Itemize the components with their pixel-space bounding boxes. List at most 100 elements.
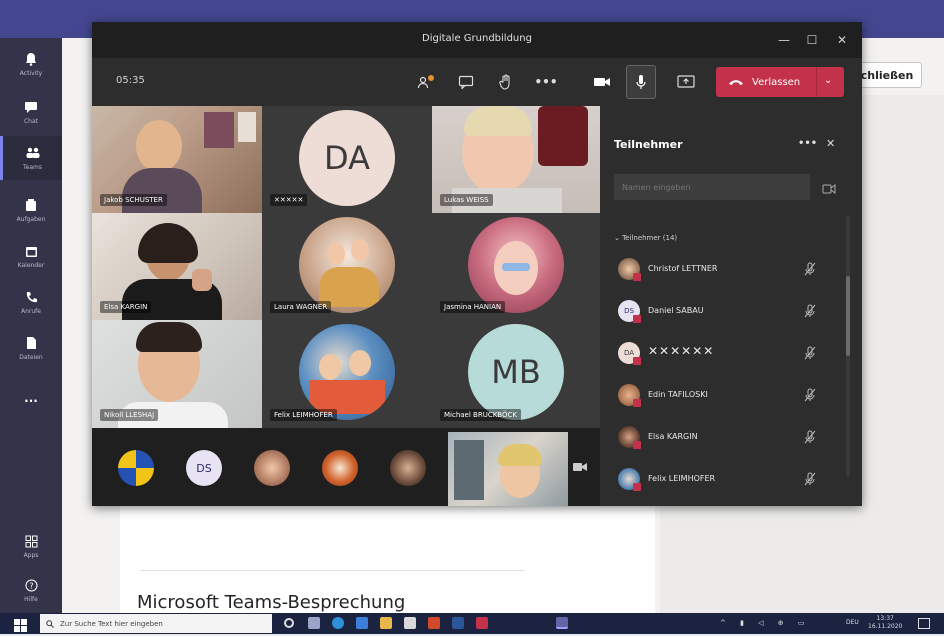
strip-avatar[interactable]: [322, 450, 358, 486]
participant-row[interactable]: Christof LETTNER: [614, 254, 844, 284]
strip-avatar[interactable]: [390, 450, 426, 486]
share-screen-icon[interactable]: [674, 70, 698, 94]
participant-name: Edin TAFILOSKI: [648, 390, 708, 399]
maximize-icon[interactable]: ☐: [802, 30, 822, 50]
language-indicator[interactable]: DEU: [846, 619, 859, 626]
video-tile[interactable]: DA ✕✕✕✕✕: [262, 106, 432, 213]
status-badge: [633, 399, 641, 407]
windows-start-icon[interactable]: [14, 617, 27, 632]
taskbar-search[interactable]: Zur Suche Text hier eingeben: [40, 614, 272, 633]
rail-item-chat[interactable]: Chat: [0, 90, 62, 134]
mail-icon[interactable]: [356, 617, 368, 629]
search-placeholder: Zur Suche Text hier eingeben: [60, 619, 163, 628]
strip-avatar[interactable]: [254, 450, 290, 486]
mic-off-icon[interactable]: [804, 261, 818, 276]
tray-date: 16.11.2020: [868, 623, 903, 630]
camera-icon[interactable]: [590, 70, 614, 94]
participant-row[interactable]: DA ✕✕✕✕✕✕: [614, 338, 844, 368]
chair-back: [538, 106, 588, 166]
explorer-icon[interactable]: [380, 617, 392, 629]
mic-off-icon[interactable]: [804, 303, 818, 318]
rail-item-help[interactable]: ? Hilfe: [0, 568, 62, 612]
participant-hand: [192, 269, 212, 291]
video-tile[interactable]: MB Michael BRUCKBÖCK: [432, 320, 600, 428]
panel-scrollbar[interactable]: [846, 216, 850, 476]
self-video[interactable]: [448, 432, 568, 506]
office-icon[interactable]: [428, 617, 440, 629]
teams-taskbar-icon[interactable]: [556, 617, 568, 629]
system-tray-icons[interactable]: ^ ▮ ◁ ⊕ ▭: [720, 619, 810, 627]
video-tile[interactable]: Jasmina HANIAN: [432, 213, 600, 320]
close-icon[interactable]: ✕: [832, 30, 852, 50]
participant-row[interactable]: Elsa KARGIN: [614, 422, 844, 452]
panel-more-icon[interactable]: •••: [798, 138, 817, 149]
task-view-icon[interactable]: [308, 617, 320, 629]
microphone-icon[interactable]: [626, 65, 656, 99]
rail-item-calls[interactable]: Anrufe: [0, 280, 62, 324]
mic-off-icon[interactable]: [804, 345, 818, 360]
participant-row[interactable]: Edin TAFILOSKI: [614, 380, 844, 410]
video-tile[interactable]: Laura WAGNER: [262, 213, 432, 320]
cortana-icon[interactable]: [284, 618, 294, 628]
bell-icon: [23, 51, 39, 67]
meeting-timer: 05:35: [116, 75, 145, 86]
mic-off-icon[interactable]: [804, 387, 818, 402]
video-tile[interactable]: Lukas WEISS: [432, 106, 600, 213]
help-icon: ?: [23, 577, 39, 593]
mic-off-icon[interactable]: [804, 471, 818, 486]
video-tile[interactable]: Elsa KARGIN: [92, 213, 262, 320]
rail-item-teams[interactable]: Teams: [0, 136, 62, 180]
tile-name: Laura WAGNER: [270, 301, 332, 313]
close-meeting-button[interactable]: chließen: [852, 62, 922, 88]
phone-icon: [23, 289, 39, 305]
leave-button[interactable]: Verlassen ⌄: [716, 67, 844, 97]
store-icon[interactable]: [404, 617, 416, 629]
rail-item-activity[interactable]: Activity: [0, 42, 62, 86]
edge-icon[interactable]: [332, 617, 344, 629]
video-grid: Jakob SCHUSTER DA ✕✕✕✕✕ Lukas WEISS Elsa…: [92, 106, 600, 428]
more-options-icon[interactable]: •••: [534, 70, 558, 94]
participant-row[interactable]: Felix LEIMHOFER: [614, 464, 844, 494]
video-tile[interactable]: Jakob SCHUSTER: [92, 106, 262, 213]
rail-item-apps[interactable]: Apps: [0, 524, 62, 568]
mic-off-icon[interactable]: [804, 429, 818, 444]
participant-search-input[interactable]: [614, 174, 810, 200]
more-icon: ...: [24, 391, 38, 405]
section-label: Teilnehmer (14): [622, 234, 678, 242]
tile-photo: [299, 324, 395, 420]
calendar-icon: [23, 243, 39, 259]
tray-clock[interactable]: 13:37 16.11.2020: [868, 615, 902, 631]
rail-item-files[interactable]: Dateien: [0, 326, 62, 370]
video-tile[interactable]: Felix LEIMHOFER: [262, 320, 432, 428]
participant-face: [136, 120, 182, 172]
tile-name: Michael BRUCKBÖCK: [440, 409, 521, 421]
status-badge: [633, 441, 641, 449]
word-icon[interactable]: [452, 617, 464, 629]
app-icon[interactable]: [476, 617, 488, 629]
share-invite-icon[interactable]: [822, 180, 836, 194]
participant-row[interactable]: DS Daniel SABAU: [614, 296, 844, 326]
notifications-icon[interactable]: [918, 618, 930, 629]
participant-name: Daniel SABAU: [648, 306, 704, 315]
tile-name: Lukas WEISS: [440, 194, 493, 206]
minimize-icon[interactable]: —: [774, 30, 794, 50]
participants-icon[interactable]: [414, 70, 438, 94]
wall-picture: [204, 112, 234, 148]
chat-icon[interactable]: [454, 70, 478, 94]
chevron-down-icon[interactable]: ⌄: [824, 75, 832, 86]
leave-label: Verlassen: [752, 76, 801, 88]
assignments-icon: [23, 197, 39, 213]
app-rail: Activity Chat Teams Aufgaben Kalender An…: [0, 38, 62, 613]
camera-icon[interactable]: [572, 458, 588, 471]
strip-avatar[interactable]: DS: [186, 450, 222, 486]
raise-hand-icon[interactable]: [494, 70, 518, 94]
panel-close-icon[interactable]: ✕: [826, 137, 835, 150]
video-tile[interactable]: Nikoll LLESHAJ: [92, 320, 262, 428]
participants-section-header[interactable]: ⌄ Teilnehmer (14): [614, 234, 677, 242]
rail-item-more[interactable]: ...: [0, 376, 62, 420]
rail-item-calendar[interactable]: Kalender: [0, 234, 62, 278]
scrollbar-thumb[interactable]: [846, 276, 850, 356]
strip-avatar[interactable]: [118, 450, 154, 486]
rail-item-assignments[interactable]: Aufgaben: [0, 188, 62, 232]
participant-hair: [136, 322, 202, 352]
